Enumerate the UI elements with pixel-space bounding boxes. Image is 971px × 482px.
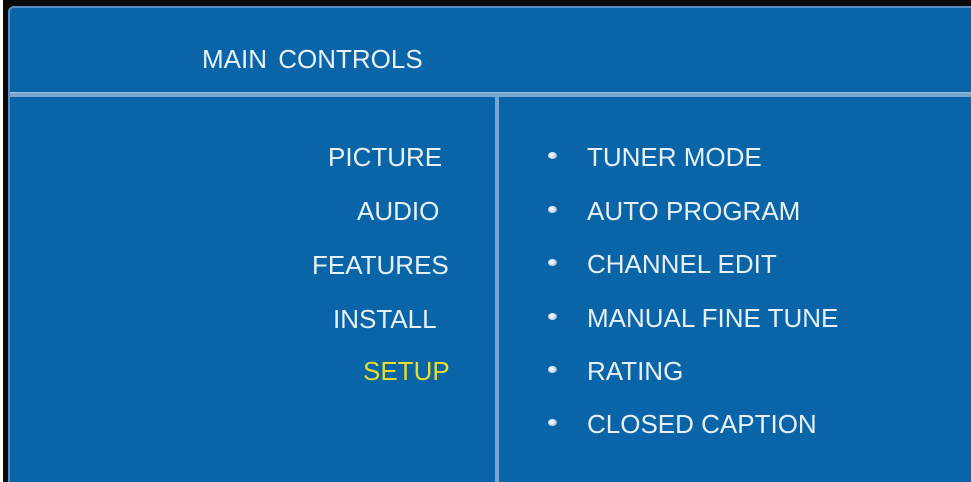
bullet-icon	[548, 259, 557, 266]
submenu-item-channel-edit[interactable]: CHANNEL EDIT	[548, 249, 777, 279]
submenu-item-label: CLOSED CAPTION	[587, 408, 817, 439]
submenu-item-label: CHANNEL EDIT	[587, 248, 777, 279]
submenu-item-closed-caption[interactable]: CLOSED CAPTION	[548, 409, 817, 439]
screen-frame: MAIN CONTROLS PICTURE AUDIO FEATURES INS…	[0, 0, 971, 482]
bullet-icon	[548, 152, 557, 159]
bullet-icon	[548, 419, 557, 426]
bullet-icon	[548, 313, 557, 320]
bullet-icon	[548, 366, 557, 373]
submenu-item-label: RATING	[587, 355, 684, 386]
bullet-icon	[548, 206, 557, 213]
submenu-item-rating[interactable]: RATING	[548, 356, 683, 386]
column-divider	[495, 96, 499, 482]
submenu-item-manual-fine-tune[interactable]: MANUAL FINE TUNE	[548, 303, 838, 333]
submenu-item-label: TUNER MODE	[587, 141, 762, 172]
panel-title: MAIN CONTROLS	[202, 44, 423, 74]
menu-item-picture[interactable]: PICTURE	[328, 142, 442, 173]
menu-item-install[interactable]: INSTALL	[333, 304, 437, 335]
submenu-item-label: AUTO PROGRAM	[587, 195, 801, 226]
main-controls-panel: MAIN CONTROLS PICTURE AUDIO FEATURES INS…	[8, 6, 971, 482]
submenu-item-auto-program[interactable]: AUTO PROGRAM	[548, 196, 800, 226]
menu-item-features[interactable]: FEATURES	[312, 250, 449, 281]
submenu-item-tuner-mode[interactable]: TUNER MODE	[548, 142, 762, 172]
header-divider	[10, 92, 971, 97]
menu-item-setup[interactable]: SETUP	[363, 356, 450, 387]
submenu-item-label: MANUAL FINE TUNE	[587, 302, 839, 333]
menu-item-audio[interactable]: AUDIO	[357, 196, 439, 227]
